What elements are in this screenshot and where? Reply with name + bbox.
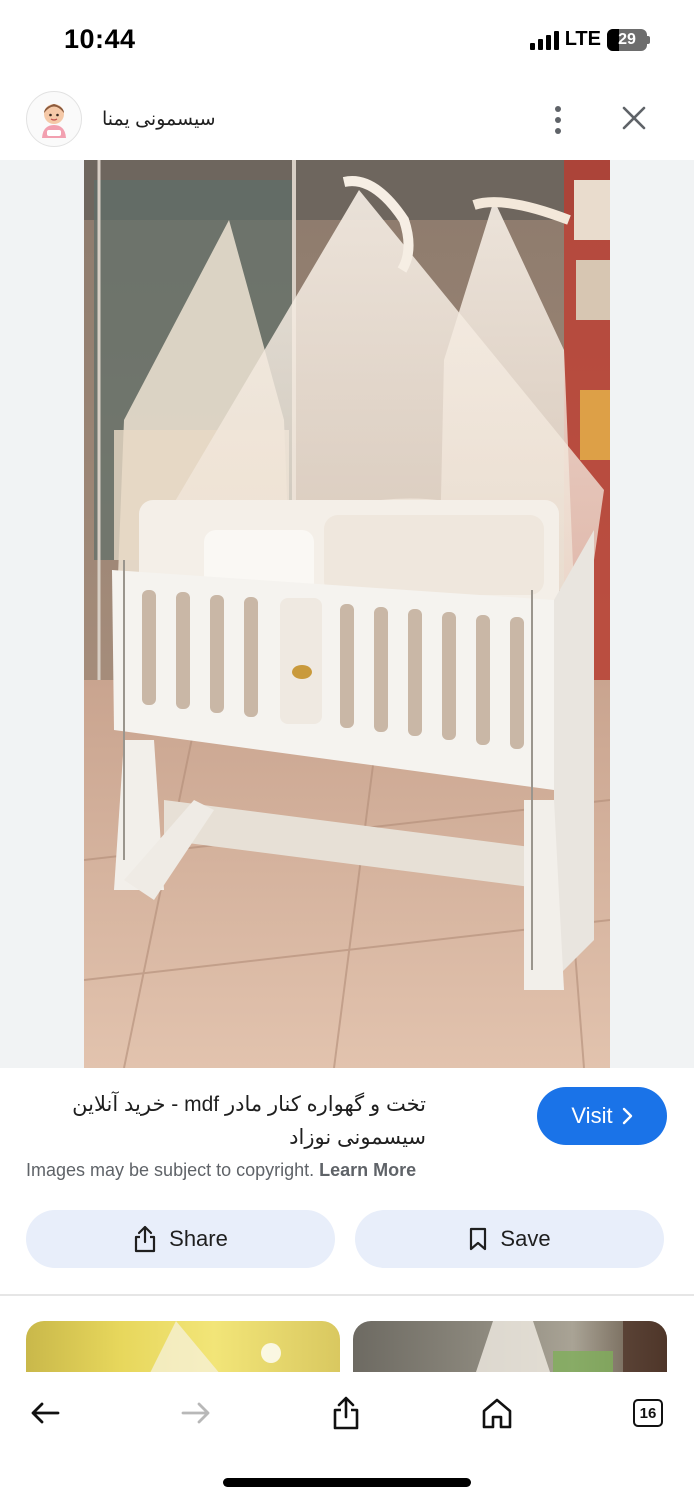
result-title-line2: سیسمونی نوزاد: [289, 1126, 426, 1149]
close-icon[interactable]: [614, 98, 654, 138]
save-label: Save: [500, 1226, 551, 1251]
status-time: 10:44: [64, 24, 136, 54]
share-label: Share: [169, 1226, 228, 1251]
chevron-right-icon: [622, 1107, 632, 1125]
image-viewer: [0, 160, 694, 1068]
tabs-count: 16: [633, 1399, 663, 1427]
learn-more-link[interactable]: Learn More: [319, 1160, 416, 1180]
home-icon[interactable]: [474, 1390, 520, 1436]
signal-icon: [529, 30, 559, 50]
result-title-line1: تخت و گهواره کنار مادر mdf - خرید آنلاین: [72, 1093, 426, 1116]
tabs-icon[interactable]: 16: [625, 1390, 671, 1436]
share-button[interactable]: Share: [26, 1210, 335, 1268]
status-indicators: LTE 29: [529, 28, 650, 51]
bookmark-icon: [470, 1227, 487, 1251]
source-header: سیسمونی یمنا: [0, 84, 694, 156]
visit-button[interactable]: Visit: [537, 1087, 667, 1145]
network-label: LTE: [564, 28, 601, 50]
site-name[interactable]: سیسمونی یمنا: [102, 108, 216, 131]
battery-level: 29: [618, 30, 636, 48]
copyright-notice: Images may be subject to copyright. Lear…: [26, 1160, 416, 1181]
share-icon[interactable]: [323, 1390, 369, 1436]
baby-avatar-icon[interactable]: [26, 91, 82, 147]
back-arrow-icon[interactable]: [22, 1390, 68, 1436]
more-vert-icon[interactable]: [540, 100, 576, 140]
home-indicator: [223, 1478, 471, 1487]
battery-icon: 29: [607, 28, 650, 51]
result-title[interactable]: تخت و گهواره کنار مادر mdf - خرید آنلاین…: [26, 1088, 426, 1154]
save-button[interactable]: Save: [355, 1210, 664, 1268]
crib-photo[interactable]: [84, 160, 610, 1068]
divider: [0, 1294, 694, 1296]
forward-arrow-icon[interactable]: [173, 1390, 219, 1436]
share-icon: [135, 1225, 156, 1253]
copyright-text: Images may be subject to copyright.: [26, 1160, 315, 1180]
status-bar: 10:44 LTE 29: [0, 0, 694, 80]
visit-label: Visit: [571, 1103, 613, 1128]
